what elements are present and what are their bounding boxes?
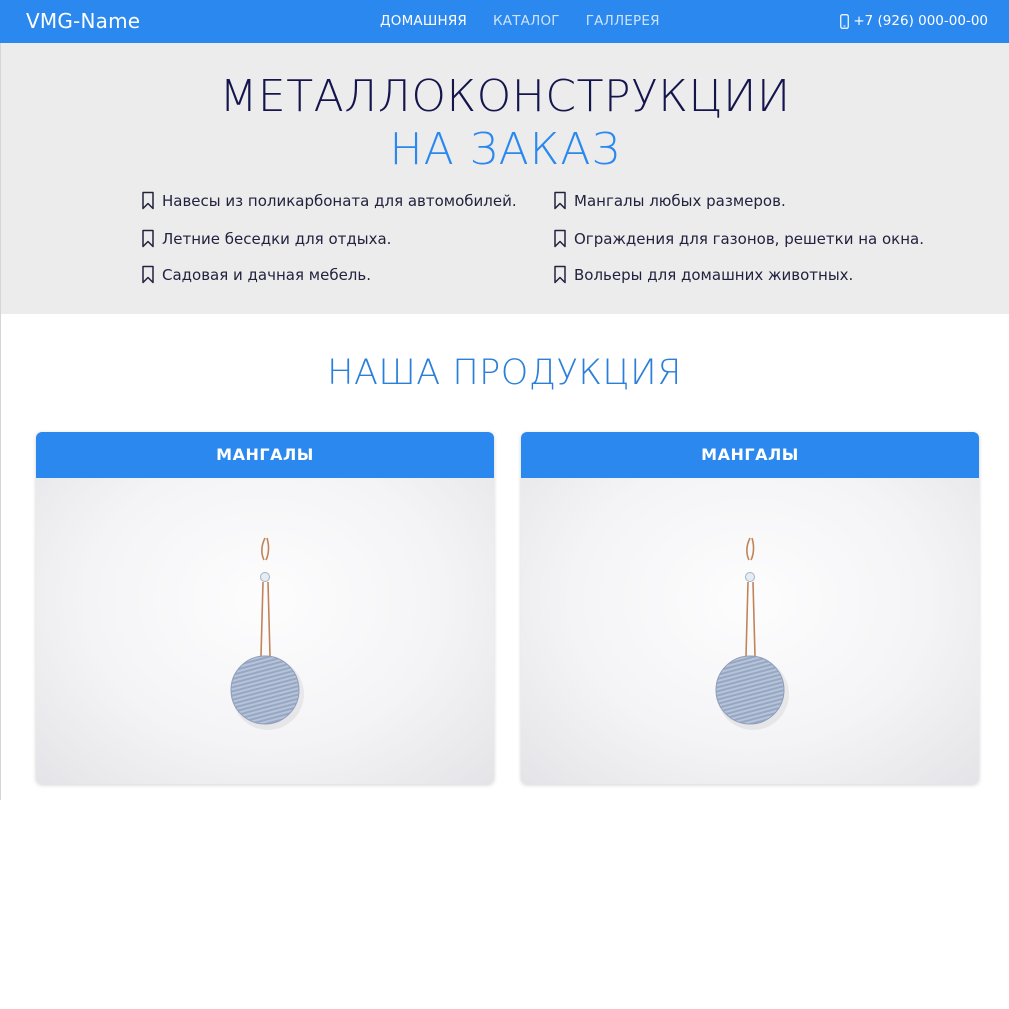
feature-item: Ограждения для газонов, решетки на окна. (553, 229, 924, 248)
hero-subtitle: НА ЗАКАЗ (389, 124, 621, 175)
hero-section: МЕТАЛЛОКОНСТРУКЦИИ НА ЗАКАЗ Навесы из по… (1, 43, 1009, 314)
feature-text: Садовая и дачная мебель. (162, 265, 371, 284)
product-card-title: МАНГАЛЫ (36, 432, 494, 478)
feature-text: Вольеры для домашних животных. (574, 265, 854, 284)
hanging-pendant-image (715, 537, 789, 730)
nav-link-home[interactable]: ДОМАШНЯЯ (380, 13, 467, 29)
mobile-phone-icon (840, 13, 850, 29)
main-nav: ДОМАШНЯЯ КАТАЛОГ ГАЛЛЕРЕЯ (380, 13, 660, 29)
phone-number: +7 (926) 000-00-00 (853, 13, 988, 29)
feature-item: Навесы из поликарбоната для автомобилей. (141, 191, 517, 210)
top-navbar: VMG-Name ДОМАШНЯЯ КАТАЛОГ ГАЛЛЕРЕЯ +7 (9… (0, 0, 1009, 43)
phone-contact[interactable]: +7 (926) 000-00-00 (840, 13, 988, 29)
bookmark-icon (554, 265, 566, 284)
products-section-title: НАША ПРОДУКЦИЯ (327, 353, 682, 393)
feature-text: Летние беседки для отдыха. (162, 229, 392, 248)
product-card[interactable]: МАНГАЛЫ (521, 432, 979, 784)
feature-text: Мангалы любых размеров. (574, 191, 786, 210)
product-image (36, 478, 494, 784)
brand-logo[interactable]: VMG-Name (26, 9, 140, 33)
product-card-title: МАНГАЛЫ (521, 432, 979, 478)
bookmark-icon (554, 229, 566, 248)
bookmark-icon (142, 229, 154, 248)
bookmark-icon (142, 265, 154, 284)
product-card[interactable]: МАНГАЛЫ (36, 432, 494, 784)
feature-text: Ограждения для газонов, решетки на окна. (574, 229, 924, 248)
feature-item: Мангалы любых размеров. (553, 191, 786, 210)
bookmark-icon (142, 191, 154, 210)
feature-item: Летние беседки для отдыха. (141, 229, 391, 248)
product-image (521, 478, 979, 784)
feature-item: Садовая и дачная мебель. (141, 265, 371, 284)
hanging-pendant-image (230, 537, 304, 730)
bookmark-icon (554, 191, 566, 210)
feature-item: Вольеры для домашних животных. (553, 265, 853, 284)
hero-title: МЕТАЛЛОКОНСТРУКЦИИ (219, 71, 791, 122)
feature-list: Навесы из поликарбоната для автомобилей.… (141, 191, 924, 301)
nav-link-catalog[interactable]: КАТАЛОГ (493, 13, 560, 29)
feature-text: Навесы из поликарбоната для автомобилей. (162, 191, 517, 210)
nav-link-gallery[interactable]: ГАЛЛЕРЕЯ (586, 13, 660, 29)
